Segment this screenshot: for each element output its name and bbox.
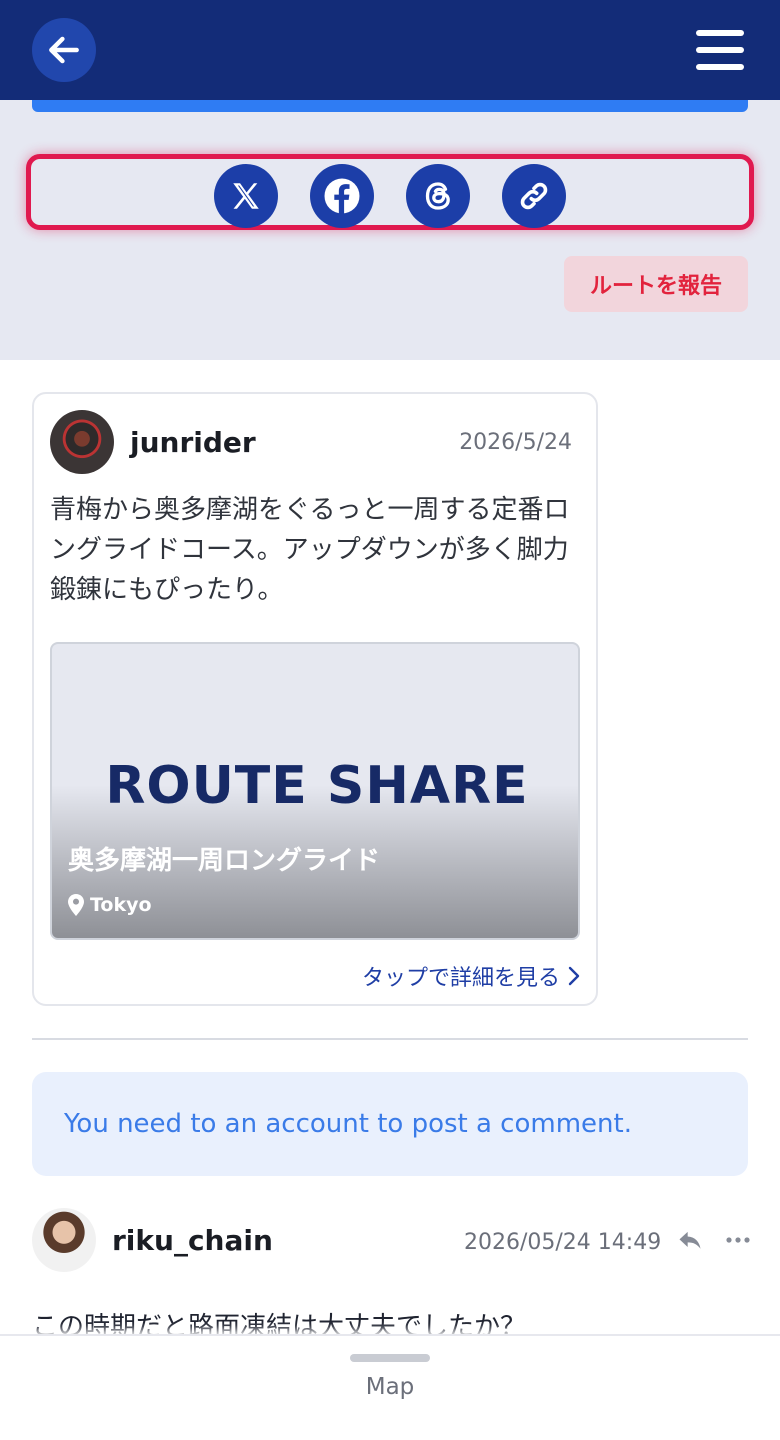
comment-date: 2026/05/24 14:49 <box>464 1230 662 1255</box>
share-facebook-button[interactable] <box>310 164 374 228</box>
section-divider <box>32 1038 748 1040</box>
route-share-logo: ROUTE SHARE <box>105 756 529 816</box>
report-route-button[interactable]: ルートを報告 <box>564 256 748 312</box>
route-location-text: Tokyo <box>90 894 152 916</box>
login-required-notice[interactable]: You need to an account to post a comment… <box>32 1072 748 1176</box>
comment-username[interactable]: riku_chain <box>112 1224 273 1257</box>
more-horizontal-icon <box>726 1237 750 1243</box>
map-sheet-label: Map <box>365 1374 415 1400</box>
share-threads-button[interactable] <box>406 164 470 228</box>
hamburger-menu-button[interactable] <box>692 26 748 74</box>
copy-link-button[interactable] <box>502 164 566 228</box>
x-logo-icon <box>233 183 259 209</box>
map-bottom-sheet[interactable]: Map <box>0 1334 780 1440</box>
post-card: junrider 2026/5/24 青梅から奥多摩湖をぐるっと一周する定番ロン… <box>32 392 598 1006</box>
post-username[interactable]: junrider <box>130 426 256 459</box>
link-icon <box>520 182 548 210</box>
route-location: Tokyo <box>68 894 152 916</box>
share-buttons-bar <box>26 154 754 230</box>
more-options-button[interactable] <box>724 1228 752 1252</box>
threads-icon <box>425 182 450 210</box>
hamburger-menu-icon <box>696 30 744 36</box>
reply-icon <box>679 1231 701 1249</box>
post-date: 2026/5/24 <box>459 430 572 455</box>
share-x-button[interactable] <box>214 164 278 228</box>
top-app-bar <box>0 0 780 100</box>
route-actions-area: ルートを報告 <box>0 100 780 360</box>
drag-handle[interactable] <box>350 1354 430 1362</box>
reply-button[interactable] <box>676 1226 704 1254</box>
route-title: 奥多摩湖一周ロングライド <box>68 846 381 876</box>
facebook-icon <box>324 178 360 214</box>
view-details-link[interactable]: タップで詳細を見る <box>362 960 580 992</box>
chevron-right-icon <box>568 966 580 986</box>
route-preview-card[interactable]: ROUTE SHARE 奥多摩湖一周ロングライド Tokyo <box>50 642 580 940</box>
comment-avatar[interactable] <box>32 1208 96 1272</box>
arrow-left-icon <box>49 36 79 64</box>
post-body-text: 青梅から奥多摩湖をぐるっと一周する定番ロングライドコース。アップダウンが多く脚力… <box>50 495 570 605</box>
map-pin-icon <box>68 894 84 916</box>
view-details-label: タップで詳細を見る <box>361 966 560 991</box>
accent-strip <box>32 100 748 112</box>
back-button[interactable] <box>32 18 96 82</box>
avatar[interactable] <box>50 410 114 474</box>
